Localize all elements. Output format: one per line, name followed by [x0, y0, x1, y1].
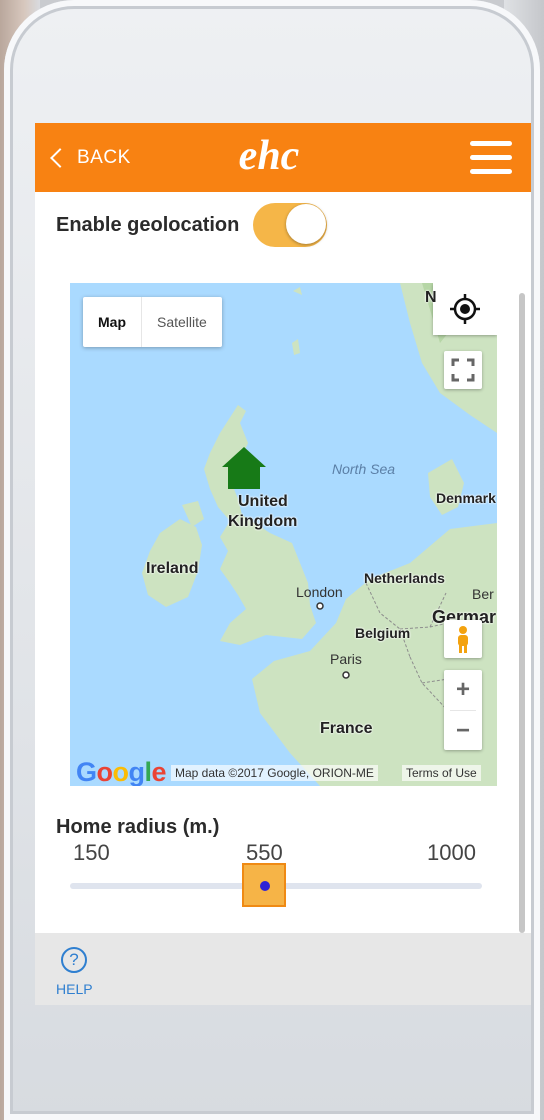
- google-logo: Google: [76, 757, 167, 786]
- radius-min-label: 150: [73, 840, 110, 865]
- map-label-ireland: Ireland: [146, 560, 199, 577]
- map-geography: [70, 283, 497, 786]
- toggle-knob: [286, 204, 327, 244]
- zoom-out-button[interactable]: −: [444, 711, 482, 751]
- help-footer: ? HELP: [35, 933, 531, 1005]
- map-view[interactable]: Map Satellite North Sea United Kingdom I…: [70, 283, 497, 786]
- map-attribution: Google Map data ©2017 Google, ORION-ME T…: [70, 756, 497, 786]
- map-type-control: Map Satellite: [83, 297, 222, 347]
- ehc-logo: ehc: [239, 133, 300, 179]
- map-label-paris: Paris: [330, 651, 362, 667]
- hamburger-menu-icon[interactable]: [470, 141, 512, 175]
- zoom-in-button[interactable]: +: [444, 670, 482, 710]
- slider-thumb-dot: [260, 881, 270, 891]
- fullscreen-button[interactable]: [444, 351, 482, 389]
- fullscreen-icon: [451, 358, 475, 382]
- map-label-netherlands: Netherlands: [364, 570, 445, 586]
- radius-max-label: 1000: [427, 840, 476, 865]
- back-label: BACK: [77, 147, 131, 168]
- geolocation-row: Enable geolocation: [56, 203, 328, 247]
- app-header: BACK ehc: [35, 123, 531, 192]
- svg-text:ehc: ehc: [239, 133, 300, 179]
- chevron-left-icon: [50, 148, 70, 168]
- my-location-icon: [450, 294, 480, 324]
- back-button[interactable]: BACK: [49, 145, 131, 171]
- geolocation-label: Enable geolocation: [56, 213, 240, 236]
- help-label[interactable]: HELP: [56, 981, 93, 997]
- pegman-icon: [458, 626, 468, 653]
- map-label-denmark: Denmark: [436, 490, 496, 506]
- phone-frame: BACK ehc Enable geolocation Map Satellit…: [4, 0, 540, 1120]
- map-label-united: United: [238, 493, 288, 510]
- street-view-button[interactable]: [444, 620, 482, 658]
- my-location-button[interactable]: [433, 283, 497, 335]
- svg-text:Google: Google: [76, 757, 167, 786]
- map-label-berlin: Ber: [472, 586, 494, 602]
- map-data-attribution: Map data ©2017 Google, ORION-ME: [171, 765, 378, 781]
- map-type-map-button[interactable]: Map: [83, 297, 142, 347]
- radius-slider-thumb[interactable]: [242, 863, 286, 907]
- app-screen: BACK ehc Enable geolocation Map Satellit…: [35, 123, 531, 1005]
- map-label-france: France: [320, 720, 373, 737]
- home-marker-icon: [222, 447, 266, 489]
- map-label-belgium: Belgium: [355, 625, 411, 641]
- geolocation-toggle[interactable]: [253, 203, 328, 247]
- map-label-kingdom: Kingdom: [228, 513, 298, 530]
- home-radius-title: Home radius (m.): [56, 816, 220, 838]
- help-icon[interactable]: ?: [61, 947, 87, 973]
- zoom-control: + −: [444, 670, 482, 750]
- terms-of-use-link[interactable]: Terms of Use: [402, 765, 481, 781]
- scrollbar[interactable]: [519, 293, 525, 933]
- map-type-satellite-button[interactable]: Satellite: [142, 297, 222, 347]
- map-label-partial-n: N: [425, 289, 437, 306]
- map-label-north-sea: North Sea: [332, 461, 396, 477]
- map-label-london: London: [296, 584, 343, 600]
